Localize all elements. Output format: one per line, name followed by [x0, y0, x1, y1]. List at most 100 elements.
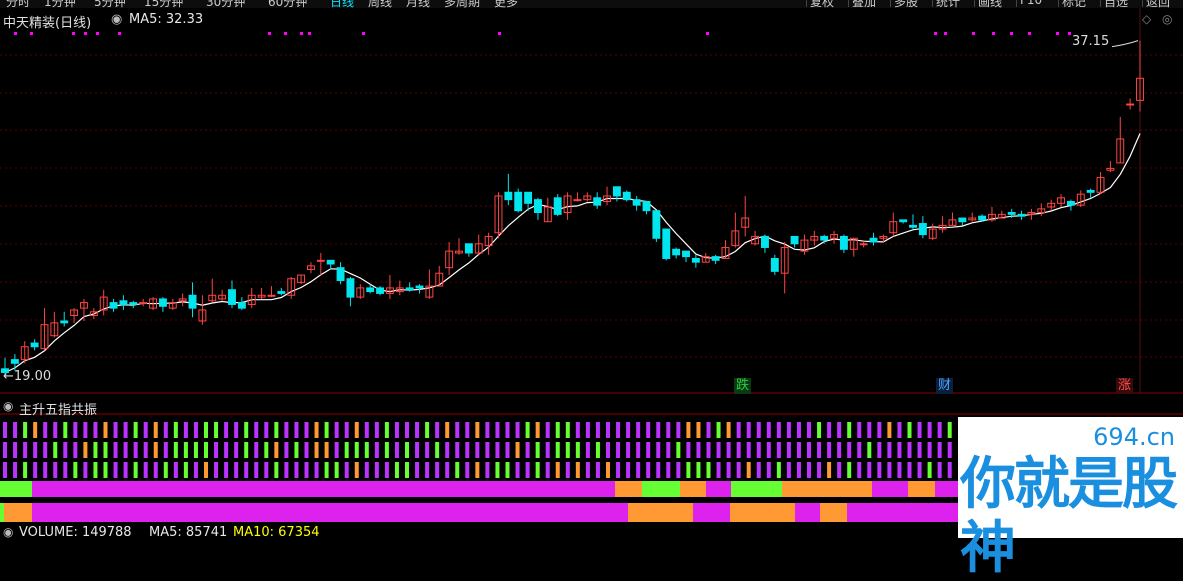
toolbar-button[interactable]: 返回: [1142, 0, 1173, 8]
volume-collapse-icon[interactable]: ◉: [3, 525, 13, 539]
indicator-tick: [515, 442, 520, 458]
period-tab[interactable]: 周线: [368, 0, 392, 8]
period-tab[interactable]: 更多: [494, 0, 518, 8]
indicator-tick: [193, 422, 198, 438]
indicator-tick: [485, 442, 490, 458]
indicator-band: [847, 503, 958, 522]
candle: [188, 282, 197, 318]
indicator-tick: [374, 442, 379, 458]
indicator-tick: [656, 462, 661, 478]
indicator-tick: [475, 462, 480, 478]
candle: [553, 194, 562, 217]
candle-body: [267, 294, 276, 297]
toolbar-button[interactable]: 复权: [806, 0, 837, 8]
period-tab[interactable]: 1分钟: [44, 0, 76, 8]
period-tab[interactable]: 30分钟: [206, 0, 245, 8]
indicator-tick: [93, 442, 98, 458]
period-tab[interactable]: 5分钟: [94, 0, 126, 8]
candle: [632, 195, 641, 211]
indicator-tick: [686, 422, 691, 438]
indicator-tick: [113, 462, 118, 478]
candle-body: [464, 243, 473, 254]
candle-body: [622, 191, 631, 201]
period-tab[interactable]: 日线: [330, 0, 354, 8]
indicator-tick: [394, 462, 399, 478]
indicator-tick: [837, 422, 842, 438]
indicator-tick: [937, 422, 942, 438]
indicator-tick: [284, 442, 289, 458]
indicator-tick: [113, 422, 118, 438]
collapse-icon[interactable]: ◉: [111, 12, 122, 27]
signal-dot: [706, 32, 709, 35]
indicator-tick: [917, 462, 922, 478]
indicator-tick: [193, 462, 198, 478]
candle: [237, 297, 246, 310]
candle-body: [129, 302, 138, 305]
event-marker-fall[interactable]: 跌: [734, 378, 752, 394]
toolbar-button[interactable]: 多股: [890, 0, 921, 8]
indicator-tick: [83, 442, 88, 458]
indicator-tick: [897, 422, 902, 438]
indicator-band: [615, 481, 642, 497]
toolbar-button[interactable]: 统计: [932, 0, 963, 8]
indicator-tick: [234, 422, 239, 438]
indicator-tick: [505, 422, 510, 438]
indicator-tick: [857, 442, 862, 458]
indicator-tick: [927, 442, 932, 458]
toolbar-button[interactable]: 自选: [1100, 0, 1131, 8]
indicator-tick: [284, 422, 289, 438]
indicator-tick: [907, 442, 912, 458]
candle: [928, 223, 937, 241]
toolbar-button[interactable]: F10: [1016, 0, 1045, 7]
indicator-tick: [495, 422, 500, 438]
indicator-tick: [354, 442, 359, 458]
candle: [346, 276, 355, 307]
candle: [1076, 190, 1085, 207]
candle: [297, 274, 306, 285]
period-tab[interactable]: 分时: [6, 0, 30, 8]
event-marker-finance[interactable]: 财: [936, 378, 954, 394]
indicator-tick: [756, 422, 761, 438]
signal-dot: [284, 32, 287, 35]
indicator-bars: [0, 422, 958, 522]
indicator-band: [32, 481, 615, 497]
indicator-tick: [696, 462, 701, 478]
event-marker-rise[interactable]: 涨: [1116, 378, 1134, 394]
toolbar-button[interactable]: 画线: [974, 0, 1005, 8]
period-tab[interactable]: 月线: [406, 0, 430, 8]
period-tab[interactable]: 60分钟: [268, 0, 307, 8]
indicator-tick: [686, 442, 691, 458]
period-tab[interactable]: 多周期: [444, 0, 480, 8]
indicator-tick: [274, 462, 279, 478]
diamond-icon[interactable]: ◇: [1142, 12, 1151, 26]
indicator-tick: [23, 422, 28, 438]
indicator-tick: [173, 422, 178, 438]
candle: [405, 282, 414, 292]
indicator-tick: [13, 422, 18, 438]
candle: [849, 237, 858, 257]
toolbar-button[interactable]: 标记: [1058, 0, 1089, 8]
candle: [30, 339, 39, 351]
candle-body: [642, 200, 651, 212]
indicator-collapse-icon[interactable]: ◉: [3, 399, 13, 413]
candle: [60, 311, 69, 327]
candle-body: [60, 320, 69, 324]
indicator-tick: [676, 462, 681, 478]
indicator-tick: [455, 442, 460, 458]
toolbar-button[interactable]: 叠加: [848, 0, 879, 8]
high-arrow: [1111, 40, 1139, 48]
signal-dot: [308, 32, 311, 35]
candle-body: [761, 235, 769, 248]
indicator-tick: [274, 422, 279, 438]
indicator-tick: [736, 422, 741, 438]
candle-body: [1126, 103, 1135, 106]
indicator-tick: [827, 422, 832, 438]
indicator-tick: [133, 422, 138, 438]
indicator-tick: [756, 442, 761, 458]
indicator-tick: [585, 442, 590, 458]
candle: [218, 289, 227, 301]
settings-icon[interactable]: ◎: [1162, 12, 1172, 26]
indicator-tick: [455, 462, 460, 478]
indicator-tick: [334, 422, 339, 438]
period-tab[interactable]: 15分钟: [144, 0, 183, 8]
